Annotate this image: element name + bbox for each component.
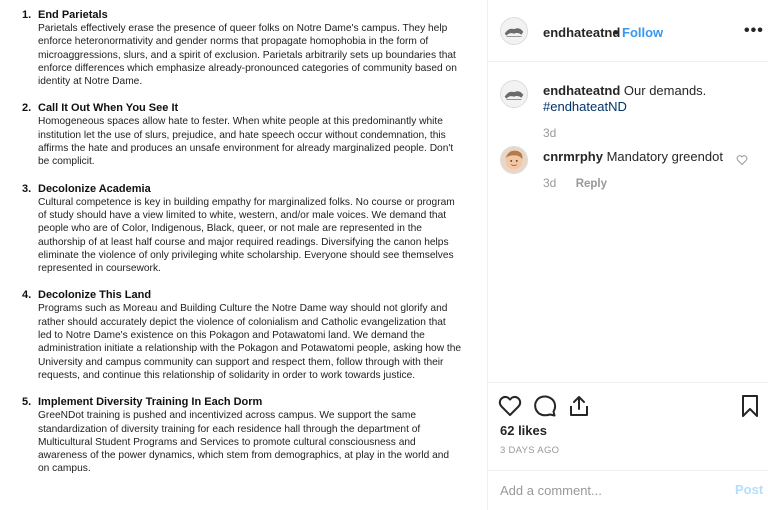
demand-body: Parietals effectively erase the presence… [38,23,457,88]
demand-body: GreeNDot training is pushed and incentiv… [38,410,450,475]
demand-body: Programs such as Moreau and Building Cul… [38,303,462,381]
more-options-icon[interactable]: ••• [744,22,764,40]
post-side-panel: endhateatnd • Follow ••• endhateatnd Our… [488,0,768,510]
post-comment-button[interactable]: Post [735,482,763,497]
avatar[interactable] [500,80,528,108]
comment-input[interactable] [500,480,720,500]
demand-title: Call It Out When You See It [38,102,179,115]
demand-number: 2. [22,102,32,115]
avatar[interactable] [500,146,528,174]
demand-number: 3. [22,182,32,195]
avatar[interactable] [500,17,528,45]
comment-username[interactable]: endhateatnd [543,83,620,98]
comment-meta: 3d [543,126,556,140]
comment-username[interactable]: cnrmrphy [543,149,603,164]
demand-body: Homogeneous spaces allow hate to fester.… [38,116,454,168]
demand-item: 2. Call It Out When You See It Homogeneo… [22,101,462,168]
comment-age[interactable]: 3d [543,176,556,190]
share-icon[interactable] [567,394,591,418]
comment-text: endhateatnd Our demands. #endhateatND [543,83,743,115]
demand-number: 5. [22,396,32,409]
demands-document: 1. End Parietals Parietals effectively e… [22,8,462,489]
comment-body: Mandatory greendot [606,149,723,164]
demand-title: Decolonize Academia [38,182,151,195]
comment-age[interactable]: 3d [543,126,556,140]
comment-bubble-icon[interactable] [533,394,557,418]
user-photo-icon [501,147,527,173]
demand-item: 4. Decolonize This Land Programs such as… [22,288,462,382]
demand-title: End Parietals [38,9,108,21]
follow-button[interactable]: Follow [622,25,663,40]
comment-body: Our demands. [623,83,707,98]
profile-logo-icon [501,18,527,44]
author-username[interactable]: endhateatnd [543,25,620,40]
post-image[interactable]: 1. End Parietals Parietals effectively e… [0,0,487,510]
comment-text: cnrmrphy Mandatory greendot [543,149,743,165]
demand-title: Decolonize This Land [38,289,152,302]
demand-number: 4. [22,289,32,302]
demand-item: 5. Implement Diversity Training In Each … [22,395,462,475]
demand-body: Cultural competence is key in building e… [38,196,455,275]
like-heart-icon[interactable] [498,394,522,418]
likes-count[interactable]: 62 likes [500,423,547,438]
separator-dot: • [614,25,619,40]
reply-button[interactable]: Reply [576,178,607,190]
post-timestamp[interactable]: 3 DAYS AGO [500,445,559,456]
demand-title: Implement Diversity Training In Each Dor… [38,396,263,409]
hashtag-link[interactable]: #endhateatND [543,99,627,114]
like-comment-heart-icon[interactable] [736,154,748,166]
demand-item: 3. Decolonize Academia Cultural competen… [22,182,462,276]
add-comment-bar: Post [488,470,768,510]
comment-meta: 3d Reply [543,176,607,190]
post-header: endhateatnd • Follow ••• [488,0,768,62]
bookmark-icon[interactable] [738,394,762,418]
profile-logo-icon [501,81,527,107]
demand-item: 1. End Parietals Parietals effectively e… [22,8,462,88]
demand-number: 1. [22,9,32,21]
